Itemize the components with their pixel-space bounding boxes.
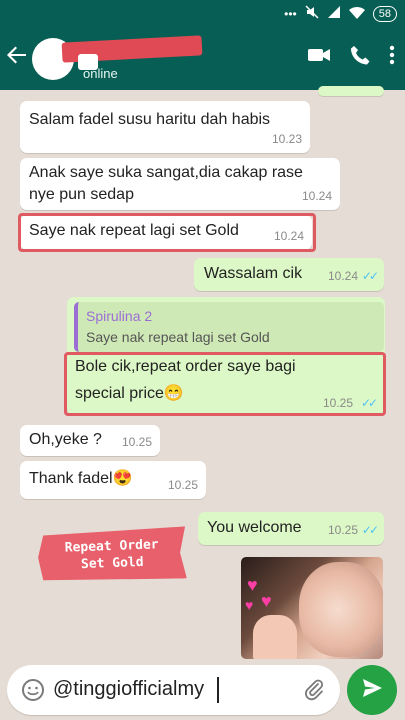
highlight-box xyxy=(18,213,316,252)
message-time: 10.23 xyxy=(271,132,302,146)
message-text: Wassalam cik xyxy=(204,265,303,282)
message-time: 10.25 xyxy=(167,478,198,492)
quoted-message[interactable]: Spirulina 2 Saye nak repeat lagi set Gol… xyxy=(74,302,384,352)
message-time: 10.25 xyxy=(327,523,358,537)
partial-message xyxy=(318,86,384,96)
contact-status: online xyxy=(83,66,118,81)
heart-icon: ♥ xyxy=(261,591,272,611)
message-text-line: Anak saye suka sangat,dia cakap rase xyxy=(29,164,303,181)
signal-icon xyxy=(327,5,341,22)
message-input-value: @tinggiofficialmy xyxy=(53,678,205,700)
message-input[interactable]: @tinggiofficialmy xyxy=(7,665,340,715)
highlight-box xyxy=(64,352,386,416)
heart-icon: ♥ xyxy=(245,597,254,613)
message-incoming[interactable]: Oh,yeke ? 10.25 xyxy=(20,425,160,456)
status-bar: ••• 58 xyxy=(0,0,405,26)
emoji-icon[interactable] xyxy=(21,678,45,707)
composer-bar: @tinggiofficialmy xyxy=(0,660,405,720)
back-arrow-icon[interactable] xyxy=(6,44,28,71)
phone-icon[interactable] xyxy=(349,44,371,66)
message-incoming[interactable]: Salam fadel susu haritu dah habis 10.23 xyxy=(20,101,310,153)
image-message[interactable]: ♥ ♥ ♥ xyxy=(241,557,383,659)
video-call-icon[interactable] xyxy=(307,46,331,64)
repeat-order-sticker: Repeat Order Set Gold xyxy=(37,526,187,583)
message-outgoing[interactable]: Wassalam cik 10.24 ✓✓ xyxy=(194,258,384,291)
message-time: 10.24 xyxy=(301,189,332,203)
attach-icon[interactable] xyxy=(302,678,326,707)
battery-icon: 58 xyxy=(372,5,397,22)
quote-author: Spirulina 2 xyxy=(86,308,153,324)
more-options-icon[interactable] xyxy=(389,45,395,65)
message-time: 10.24 xyxy=(327,269,358,283)
hand-image xyxy=(253,615,297,659)
face-image xyxy=(299,562,383,657)
message-incoming[interactable]: Anak saye suka sangat,dia cakap rase nye… xyxy=(20,158,340,210)
message-text-line: nye pun sedap xyxy=(29,186,134,203)
message-text: Oh,yeke ? xyxy=(29,431,102,448)
wifi-icon xyxy=(348,6,365,22)
heart-icon: ♥ xyxy=(247,575,258,595)
send-icon xyxy=(361,677,383,704)
chat-header: online xyxy=(0,26,405,90)
header-actions xyxy=(307,44,395,66)
quote-text: Saye nak repeat lagi set Gold xyxy=(86,329,270,345)
message-text: Salam fadel susu haritu dah habis xyxy=(29,111,271,128)
text-cursor xyxy=(217,677,219,703)
message-time: 10.25 xyxy=(121,435,152,449)
message-outgoing[interactable]: You welcome 10.25 ✓✓ xyxy=(198,512,384,545)
message-incoming[interactable]: Thank fadel😍 10.25 xyxy=(20,461,206,499)
message-text: You welcome xyxy=(207,519,302,536)
read-ticks-icon: ✓✓ xyxy=(361,269,379,283)
dots-icon: ••• xyxy=(284,6,297,21)
message-text: Thank fadel😍 xyxy=(29,470,133,487)
status-icons: ••• 58 xyxy=(284,5,397,22)
send-button[interactable] xyxy=(347,665,397,715)
mute-icon xyxy=(305,5,319,22)
read-ticks-icon: ✓✓ xyxy=(361,523,379,537)
